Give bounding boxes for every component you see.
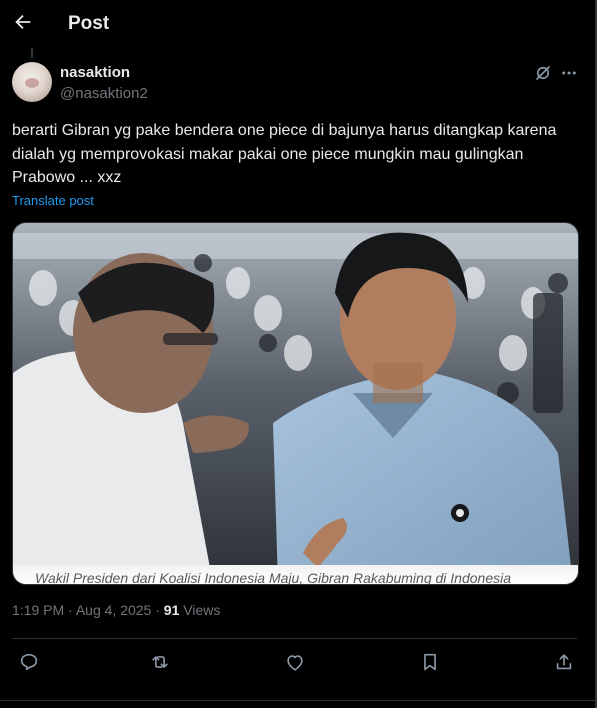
like-icon xyxy=(287,655,303,671)
arrow-left-icon xyxy=(15,14,31,30)
avatar[interactable] xyxy=(12,62,52,102)
separator: · xyxy=(68,602,73,618)
like-button[interactable] xyxy=(284,651,308,675)
share-icon xyxy=(556,654,572,670)
translate-post-link[interactable]: Translate post xyxy=(12,193,94,208)
page-title: Post xyxy=(68,13,110,34)
thread-connector xyxy=(31,48,33,58)
bottom-divider xyxy=(0,700,595,701)
image-caption: Wakil Presiden dari Koalisi Indonesia Ma… xyxy=(35,570,511,584)
more-options-icon[interactable] xyxy=(560,64,578,82)
post-time[interactable]: 1:19 PM xyxy=(12,602,64,618)
grok-icon[interactable] xyxy=(534,64,552,82)
top-bar: Post xyxy=(0,0,595,48)
divider xyxy=(12,638,577,639)
post-image[interactable]: Wakil Presiden dari Koalisi Indonesia Ma… xyxy=(12,222,579,585)
post-date[interactable]: Aug 4, 2025 xyxy=(76,602,152,618)
back-button[interactable] xyxy=(12,10,34,34)
author-handle[interactable]: @nasaktion2 xyxy=(60,85,148,102)
bookmark-button[interactable] xyxy=(419,651,443,675)
author-name[interactable]: nasaktion xyxy=(60,64,130,81)
bookmark-icon xyxy=(424,653,436,671)
share-button[interactable] xyxy=(553,651,577,675)
post-text: berarti Gibran yg pake bendera one piece… xyxy=(12,122,557,186)
separator: · xyxy=(155,602,160,618)
post-timestamp: 1:19 PM · Aug 4, 2025 · 91 Views xyxy=(12,602,220,618)
repost-icon xyxy=(152,656,168,668)
reply-icon xyxy=(20,653,38,671)
views-count: 91 xyxy=(163,602,180,618)
repost-button[interactable] xyxy=(149,651,173,675)
reply-button[interactable] xyxy=(18,651,42,675)
views-label: Views xyxy=(183,602,221,618)
